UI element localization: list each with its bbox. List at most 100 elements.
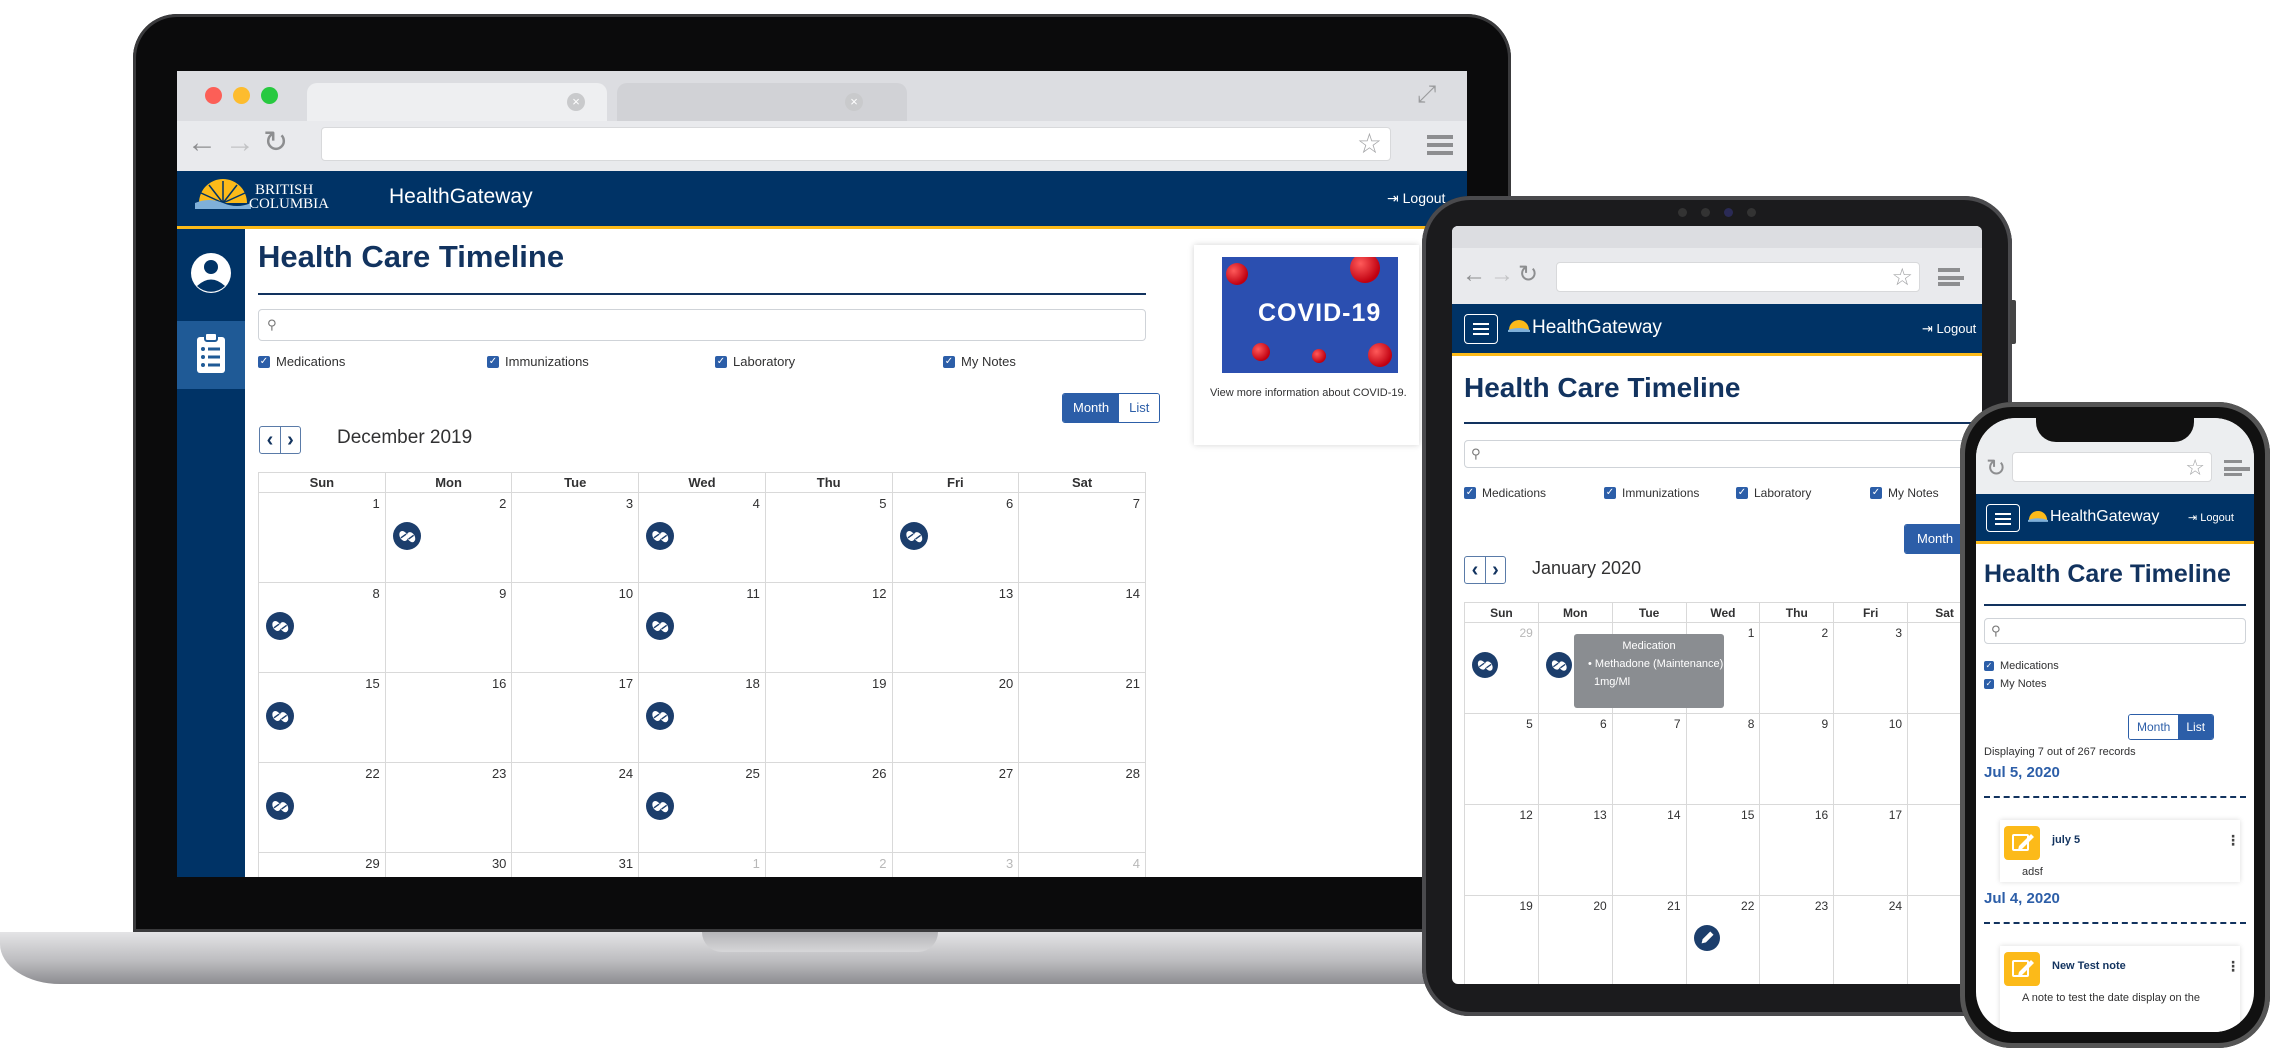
- brand-title[interactable]: HealthGateway: [1532, 317, 1662, 339]
- close-window-dot[interactable]: [205, 87, 222, 104]
- fullscreen-icon[interactable]: ⤢: [1417, 81, 1436, 109]
- browser-menu-icon[interactable]: [2224, 460, 2250, 476]
- logout-button[interactable]: ⇥ Logout: [1387, 190, 1445, 207]
- filter-immunizations[interactable]: ✓ Immunizations: [487, 354, 589, 369]
- sidebar-item-profile[interactable]: [177, 239, 245, 307]
- address-bar[interactable]: ☆: [2012, 452, 2212, 482]
- month-view-button[interactable]: Month: [2129, 715, 2179, 739]
- star-icon[interactable]: ☆: [2185, 454, 2205, 482]
- logout-button[interactable]: ⇥ Logout: [2188, 511, 2234, 524]
- calendar-day-cell[interactable]: 22: [258, 762, 386, 853]
- calendar-day-cell[interactable]: 24: [511, 762, 640, 853]
- calendar-day-cell[interactable]: 10: [511, 582, 640, 673]
- calendar-day-cell[interactable]: 21: [1611, 895, 1687, 984]
- calendar-day-cell[interactable]: 21: [1018, 672, 1146, 763]
- calendar-day-cell[interactable]: 6: [1537, 713, 1613, 805]
- calendar-day-cell[interactable]: 16: [1759, 804, 1835, 896]
- reload-icon[interactable]: ↻: [263, 128, 288, 158]
- calendar-day-cell[interactable]: 23: [1759, 895, 1835, 984]
- calendar-day-cell[interactable]: 1: [638, 852, 766, 877]
- browser-menu-icon[interactable]: [1938, 268, 1964, 286]
- calendar-day-cell[interactable]: 15: [258, 672, 386, 763]
- calendar-day-cell[interactable]: 27: [891, 762, 1020, 853]
- medication-pill-icon[interactable]: [266, 792, 294, 820]
- calendar-day-cell[interactable]: 31: [511, 852, 640, 877]
- calendar-day-cell[interactable]: 16: [384, 672, 513, 763]
- logout-button[interactable]: ⇥ Logout: [1922, 321, 1976, 337]
- filter-immunizations[interactable]: ✓ Immunizations: [1604, 486, 1699, 500]
- forward-arrow-icon[interactable]: →: [1490, 260, 1514, 290]
- previous-month-button[interactable]: ‹: [1465, 557, 1485, 583]
- calendar-day-cell[interactable]: 17: [1833, 804, 1909, 896]
- medication-pill-icon[interactable]: [1545, 652, 1572, 678]
- calendar-day-cell[interactable]: 12: [1464, 804, 1539, 896]
- note-entry-card[interactable]: july 5 ⋮ adsf: [2000, 820, 2240, 882]
- calendar-day-cell[interactable]: 3: [1833, 622, 1909, 714]
- calendar-day-cell[interactable]: 19: [764, 672, 893, 763]
- filter-medications[interactable]: ✓ Medications: [1984, 660, 2059, 672]
- calendar-day-cell[interactable]: 25: [638, 762, 766, 853]
- calendar-day-cell[interactable]: 3: [891, 852, 1020, 877]
- list-view-button[interactable]: List: [1119, 394, 1160, 422]
- calendar-day-cell[interactable]: 20: [1537, 895, 1613, 984]
- medication-pill-icon[interactable]: [899, 522, 928, 550]
- brand-title[interactable]: HealthGateway: [2050, 508, 2159, 526]
- browser-tab-active[interactable]: ×: [307, 83, 607, 121]
- calendar-day-cell[interactable]: 12: [764, 582, 893, 673]
- calendar-day-cell[interactable]: 7: [1018, 492, 1146, 583]
- calendar-day-cell[interactable]: 30: [384, 852, 513, 877]
- search-input[interactable]: ⚲: [1984, 618, 2246, 644]
- address-bar[interactable]: ☆: [321, 127, 1391, 161]
- more-options-icon[interactable]: ⋮: [2226, 832, 2240, 849]
- calendar-day-cell[interactable]: 8: [1685, 713, 1761, 805]
- calendar-day-cell[interactable]: 2: [764, 852, 893, 877]
- covid-info-card[interactable]: COVID-19 View more information about COV…: [1194, 245, 1419, 445]
- calendar-day-cell[interactable]: 5: [764, 492, 893, 583]
- medication-pill-icon[interactable]: [392, 522, 421, 550]
- medication-pill-icon[interactable]: [646, 612, 675, 640]
- calendar-day-cell[interactable]: 26: [764, 762, 893, 853]
- reload-icon[interactable]: ↻: [1986, 454, 2006, 484]
- list-view-button[interactable]: List: [2178, 715, 2214, 739]
- calendar-day-cell[interactable]: 17: [511, 672, 640, 763]
- hamburger-menu-button[interactable]: [1464, 314, 1498, 344]
- calendar-day-cell[interactable]: 19: [1464, 895, 1539, 984]
- calendar-day-cell[interactable]: 5: [1464, 713, 1539, 805]
- filter-medications[interactable]: ✓ Medications: [258, 354, 345, 369]
- close-icon[interactable]: ×: [845, 93, 863, 111]
- calendar-day-cell[interactable]: 2: [1759, 622, 1835, 714]
- note-entry-card[interactable]: New Test note ⋮ A note to test the date …: [2000, 946, 2240, 1032]
- medication-pill-icon[interactable]: [1472, 652, 1498, 678]
- calendar-day-cell[interactable]: 8: [258, 582, 386, 673]
- forward-arrow-icon[interactable]: →: [225, 128, 255, 158]
- calendar-day-cell[interactable]: 29: [258, 852, 386, 877]
- covid-banner-image[interactable]: COVID-19: [1222, 257, 1398, 373]
- calendar-day-cell[interactable]: 4: [638, 492, 766, 583]
- calendar-day-cell[interactable]: 13: [1537, 804, 1613, 896]
- calendar-day-cell[interactable]: 14: [1018, 582, 1146, 673]
- filter-laboratory[interactable]: ✓ Laboratory: [1736, 486, 1811, 500]
- medication-pill-icon[interactable]: [646, 522, 675, 550]
- filter-laboratory[interactable]: ✓ Laboratory: [715, 354, 795, 369]
- calendar-day-cell[interactable]: 1: [258, 492, 386, 583]
- minimize-window-dot[interactable]: [233, 87, 250, 104]
- calendar-day-cell[interactable]: 24: [1833, 895, 1909, 984]
- back-arrow-icon[interactable]: ←: [1462, 260, 1486, 290]
- browser-tab[interactable]: ×: [617, 83, 907, 121]
- calendar-day-cell[interactable]: 29: [1464, 622, 1539, 714]
- calendar-day-cell[interactable]: 28: [1018, 762, 1146, 853]
- star-icon[interactable]: ☆: [1891, 264, 1913, 292]
- calendar-day-cell[interactable]: 22: [1685, 895, 1761, 984]
- calendar-day-cell[interactable]: 6: [891, 492, 1020, 583]
- month-view-button[interactable]: Month: [1063, 394, 1120, 422]
- note-pencil-icon[interactable]: [1693, 925, 1720, 951]
- address-bar[interactable]: ☆: [1556, 262, 1920, 292]
- next-month-button[interactable]: ›: [280, 427, 300, 453]
- back-arrow-icon[interactable]: ←: [187, 128, 217, 158]
- calendar-day-cell[interactable]: 23: [384, 762, 513, 853]
- calendar-day-cell[interactable]: 9: [384, 582, 513, 673]
- browser-menu-icon[interactable]: [1427, 135, 1453, 155]
- maximize-window-dot[interactable]: [261, 87, 278, 104]
- calendar-day-cell[interactable]: 15: [1685, 804, 1761, 896]
- calendar-day-cell[interactable]: 7: [1611, 713, 1687, 805]
